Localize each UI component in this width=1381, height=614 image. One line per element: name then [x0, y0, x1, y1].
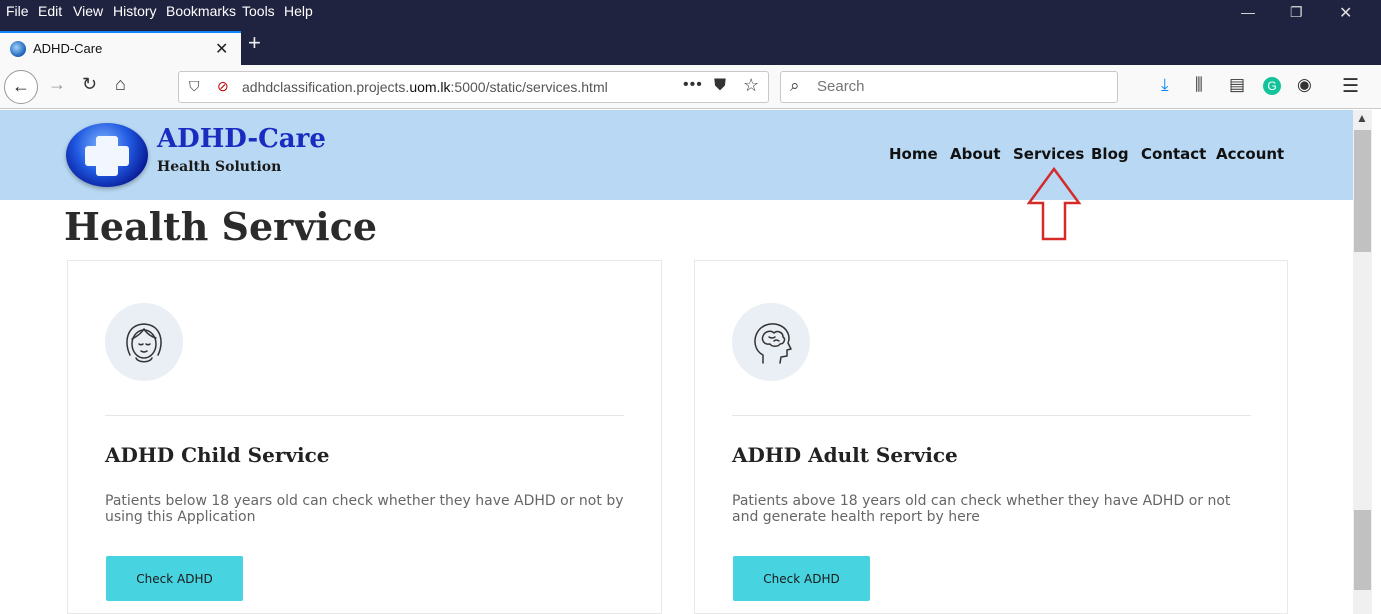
- logo-subtitle: Health Solution: [157, 159, 282, 175]
- card-title: ADHD Adult Service: [732, 443, 958, 467]
- brain-head-icon: [754, 323, 792, 364]
- service-card-adult: ADHD Adult Service Patients above 18 yea…: [694, 260, 1288, 614]
- minimize-button[interactable]: —: [1241, 4, 1255, 20]
- restore-button[interactable]: ❐: [1290, 4, 1303, 21]
- menu-help[interactable]: Help: [284, 3, 313, 19]
- card-description: Patients below 18 years old can check wh…: [105, 493, 624, 525]
- shield-icon[interactable]: ⛉: [189, 78, 200, 95]
- nav-blog[interactable]: Blog: [1091, 145, 1129, 163]
- home-button[interactable]: ⌂: [115, 74, 126, 95]
- close-window-button[interactable]: ✕: [1339, 3, 1352, 23]
- nav-contact[interactable]: Contact: [1141, 145, 1206, 163]
- card-title: ADHD Child Service: [105, 443, 330, 467]
- logo-title[interactable]: ADHD-Care: [157, 124, 326, 154]
- card-description: Patients above 18 years old can check wh…: [732, 493, 1231, 525]
- search-icon: ⌕: [790, 76, 800, 95]
- menu-history[interactable]: History: [113, 3, 157, 19]
- menu-bar: File Edit View History Bookmarks Tools H…: [0, 0, 1381, 24]
- tab-title: ADHD-Care: [33, 41, 103, 56]
- new-tab-icon[interactable]: +: [248, 30, 261, 56]
- url-bar[interactable]: ⛉ ⊘ adhdclassification.projects.uom.lk:5…: [178, 71, 769, 103]
- close-tab-icon[interactable]: ✕: [215, 39, 228, 59]
- menu-edit[interactable]: Edit: [38, 3, 62, 19]
- site-header: ADHD-Care Health Solution Home About Ser…: [0, 110, 1353, 200]
- grammarly-icon[interactable]: G: [1263, 77, 1281, 95]
- icon-circle: [732, 303, 810, 381]
- girl-face-icon: [126, 323, 162, 363]
- check-adhd-button[interactable]: Check ADHD: [106, 556, 243, 601]
- insecure-lock-icon[interactable]: ⊘: [217, 78, 229, 95]
- card-divider: [105, 415, 624, 416]
- downloads-icon[interactable]: ⤓: [1161, 75, 1169, 95]
- search-bar[interactable]: ⌕: [780, 71, 1118, 103]
- hamburger-menu-icon[interactable]: ☰: [1342, 75, 1359, 98]
- scroll-up-icon[interactable]: ▲: [1356, 111, 1368, 125]
- url-text[interactable]: adhdclassification.projects.uom.lk:5000/…: [242, 79, 608, 95]
- reload-button[interactable]: ↻: [82, 74, 97, 95]
- search-input[interactable]: [817, 78, 1097, 95]
- service-card-child: ADHD Child Service Patients below 18 yea…: [67, 260, 662, 614]
- up-arrow-icon: [1027, 167, 1082, 241]
- bookmark-star-icon[interactable]: ☆: [743, 75, 759, 96]
- pocket-icon[interactable]: ⛊: [714, 77, 726, 95]
- check-adhd-button[interactable]: Check ADHD: [733, 556, 870, 601]
- menu-view[interactable]: View: [73, 3, 103, 19]
- menu-file[interactable]: File: [6, 3, 29, 19]
- scrollbar-thumb[interactable]: [1354, 130, 1371, 252]
- scrollbar-thumb-lower[interactable]: [1354, 510, 1371, 590]
- menu-bookmarks[interactable]: Bookmarks: [166, 3, 236, 19]
- sidebar-icon[interactable]: ▤: [1229, 75, 1245, 95]
- tab-adhd-care[interactable]: ADHD-Care ✕: [0, 31, 241, 65]
- nav-toolbar: ← → ↻ ⌂ ⛉ ⊘ adhdclassification.projects.…: [0, 65, 1381, 109]
- nav-about[interactable]: About: [950, 145, 1001, 163]
- icon-circle: [105, 303, 183, 381]
- favicon-icon: [10, 41, 26, 57]
- nav-home[interactable]: Home: [889, 145, 938, 163]
- page-title: Health Service: [64, 204, 378, 249]
- card-divider: [732, 415, 1251, 416]
- logo-cross-icon: [85, 146, 129, 166]
- nav-services[interactable]: Services: [1013, 145, 1084, 163]
- menu-tools[interactable]: Tools: [242, 3, 275, 19]
- tab-bar: ADHD-Care ✕ +: [0, 24, 1381, 65]
- forward-button[interactable]: →: [48, 74, 66, 95]
- nav-account[interactable]: Account: [1216, 145, 1284, 163]
- library-icon[interactable]: ⫼: [1195, 75, 1203, 95]
- account-icon[interactable]: ◉: [1297, 75, 1312, 95]
- back-button[interactable]: ←: [4, 70, 38, 104]
- page-actions-icon[interactable]: •••: [683, 76, 703, 94]
